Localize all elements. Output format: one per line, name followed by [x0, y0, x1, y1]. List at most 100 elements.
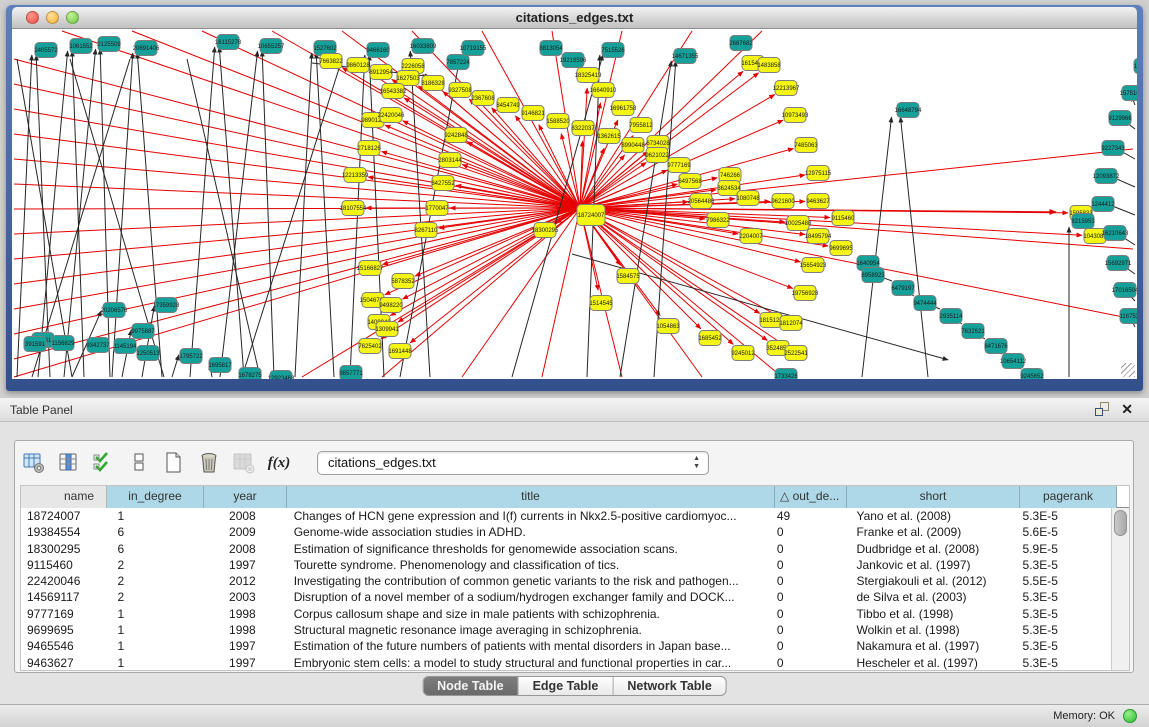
table-row[interactable]: 977716911998Corpus callosum shape and si…	[21, 606, 1111, 622]
graph-node-1770047[interactable]: 1770047	[425, 201, 449, 216]
graph-node-1054863[interactable]: 1054863	[656, 319, 680, 334]
table-row[interactable]: 969969511998Structural magnetic resonanc…	[21, 622, 1111, 638]
graph-node-1685452[interactable]: 1685452	[698, 331, 722, 346]
table-row[interactable]: 2242004622012Investigating the contribut…	[21, 573, 1111, 589]
graph-node-2125509[interactable]: 2125509	[97, 37, 121, 52]
table-row[interactable]: 946554611997Estimation of the future num…	[21, 638, 1111, 654]
row-height-icon[interactable]	[126, 450, 152, 476]
graph-node-2718126[interactable]: 2718126	[357, 141, 381, 156]
graph-node-8912954[interactable]: 8912954	[369, 65, 393, 80]
graph-node-7515526[interactable]: 7515526	[601, 43, 625, 58]
graph-node-1061552[interactable]: 1061552	[69, 39, 93, 54]
graph-node-18325419[interactable]: 18325419	[575, 68, 602, 83]
column-header-year[interactable]: year	[204, 486, 287, 508]
graph-node-2405572[interactable]: 2405572	[34, 43, 58, 58]
graph-node-1244412[interactable]: 1244412	[1091, 197, 1115, 212]
graph-node-1695817[interactable]: 1695817	[208, 358, 232, 373]
graph-node-18724007[interactable]: 18724007	[577, 205, 605, 226]
graph-node-18495794[interactable]: 18495794	[805, 229, 832, 244]
graph-node-1514545[interactable]: 1514545	[589, 296, 613, 311]
graph-node-18300295[interactable]: 18300295	[532, 223, 559, 238]
graph-node-12213359[interactable]: 12213359	[342, 168, 369, 183]
graph-node-16543382[interactable]: 16543382	[380, 84, 407, 99]
table-row[interactable]: 1872400712008Changes of HCN gene express…	[21, 508, 1111, 524]
graph-node-15692971[interactable]: 15692971	[1105, 256, 1132, 271]
graph-node-1309941[interactable]: 1309941	[375, 322, 399, 337]
graph-node-9777169[interactable]: 9777169	[667, 158, 691, 173]
graph-node-10973493[interactable]: 10973493	[782, 108, 809, 123]
graph-node-17016504[interactable]: 17016504	[1112, 283, 1137, 298]
graph-node-7986322[interactable]: 7986322	[706, 213, 730, 228]
scrollbar-thumb[interactable]	[1114, 510, 1127, 536]
column-header-in_degree[interactable]: in_degree	[107, 486, 204, 508]
graph-node-15751074[interactable]: 15751074	[1120, 86, 1137, 101]
table-row[interactable]: 911546021997Tourette syndrome. Phenomeno…	[21, 557, 1111, 573]
function-builder-icon[interactable]: f(x)	[266, 450, 292, 476]
graph-node-1584575[interactable]: 1584575	[616, 269, 640, 284]
graph-node-16648794[interactable]: 16648794	[895, 103, 922, 118]
graph-node-2204007[interactable]: 2204007	[739, 229, 763, 244]
graph-node-8186328[interactable]: 8186328	[421, 76, 445, 91]
graph-node-9975887[interactable]: 9975887	[131, 324, 155, 339]
graph-node-1733426[interactable]: 1733426	[774, 369, 798, 380]
graph-node-9860128[interactable]: 9860128	[346, 58, 370, 73]
column-header-name[interactable]: name	[21, 486, 107, 508]
graph-node-1678275[interactable]: 1678275	[238, 368, 262, 380]
table-row[interactable]: 946362711997Embryonic stem cells: a mode…	[21, 655, 1111, 670]
graph-node-8267110[interactable]: 8267110	[415, 223, 439, 238]
graph-node-9699695[interactable]: 9699695	[829, 241, 853, 256]
graph-node-8322037[interactable]: 8322037	[571, 121, 595, 136]
graph-node-20206576[interactable]: 20206576	[101, 303, 128, 318]
graph-node-19756928[interactable]: 19756928	[792, 286, 819, 301]
graph-node-16033809[interactable]: 16033809	[410, 39, 437, 54]
graph-node-12923468[interactable]: 12923468	[268, 371, 295, 380]
graph-node-12213967[interactable]: 12213967	[773, 81, 800, 96]
graph-node-9242848[interactable]: 9242848	[444, 128, 468, 143]
new-file-icon[interactable]	[161, 450, 187, 476]
table-row[interactable]: 1456911722003Disruption of a novel membe…	[21, 589, 1111, 605]
graph-node-12975115[interactable]: 12975115	[805, 166, 832, 181]
graph-node-7857224[interactable]: 7857224	[446, 55, 470, 70]
graph-node-6479197[interactable]: 6479197	[891, 281, 915, 296]
graph-node-9474444[interactable]: 9474444	[913, 296, 937, 311]
graph-node-5878352[interactable]: 5878352	[391, 274, 415, 289]
graph-node-7632621[interactable]: 7632621	[961, 324, 985, 339]
select-checks-icon[interactable]	[91, 450, 117, 476]
graph-node-9327508[interactable]: 9327508	[448, 83, 472, 98]
graph-node-2522541[interactable]: 2522541	[784, 346, 808, 361]
graph-node-9245012[interactable]: 9245012	[731, 346, 755, 361]
graph-node-1145194[interactable]: 1145194	[114, 339, 138, 354]
graph-node-8958923[interactable]: 8958923	[861, 268, 885, 283]
graph-node-1156829[interactable]: 1156829	[52, 336, 76, 351]
graph-node-16961758[interactable]: 16961758	[610, 101, 637, 116]
graph-node-1795722[interactable]: 1795722	[179, 349, 203, 364]
graph-node-9115460[interactable]: 9115460	[832, 211, 856, 226]
graph-node-6497568[interactable]: 6497568	[678, 174, 702, 189]
graph-node-9342737[interactable]: 9342737	[86, 338, 110, 353]
graph-node-15654923[interactable]: 15654923	[800, 258, 827, 273]
graph-node-8990448[interactable]: 8990448	[621, 138, 645, 153]
network-view[interactable]: 2405572106155221255092069140616115278106…	[12, 29, 1137, 379]
graph-node-9621600[interactable]: 9621600	[771, 194, 795, 209]
graph-node-14671355[interactable]: 14671355	[672, 49, 699, 64]
graph-node-2367608[interactable]: 2367608	[471, 91, 495, 106]
close-panel-icon[interactable]: ✕	[1121, 402, 1133, 416]
graph-node-2687682[interactable]: 2687682	[729, 36, 753, 51]
graph-node-391591[interactable]: 391591	[24, 337, 46, 352]
graph-node-16640910[interactable]: 16640910	[590, 83, 617, 98]
network-canvas[interactable]: 2405572106155221255092069140616115278106…	[12, 29, 1137, 379]
graph-node-1812074[interactable]: 1812074	[779, 316, 803, 331]
graph-node-8813054[interactable]: 8813054	[539, 41, 563, 56]
graph-node-9466160[interactable]: 9466160	[366, 43, 390, 58]
graph-node-8427552[interactable]: 8427552	[431, 176, 455, 191]
graph-node-8215953[interactable]: 8215953	[1071, 214, 1095, 229]
graph-node-9227343[interactable]: 9227343	[1101, 141, 1125, 156]
column-header-title[interactable]: title	[287, 486, 775, 508]
graph-node-17359928[interactable]: 17359928	[153, 298, 180, 313]
graph-node-7485063[interactable]: 7485063	[794, 138, 818, 153]
graph-node-2935114[interactable]: 2935114	[940, 309, 964, 324]
graph-node-19218596[interactable]: 19218596	[560, 53, 587, 68]
table-row[interactable]: 1938455462009Genome-wide association stu…	[21, 524, 1111, 540]
graph-node-7663822[interactable]: 7663822	[319, 54, 343, 69]
float-panel-icon[interactable]	[1095, 402, 1109, 416]
